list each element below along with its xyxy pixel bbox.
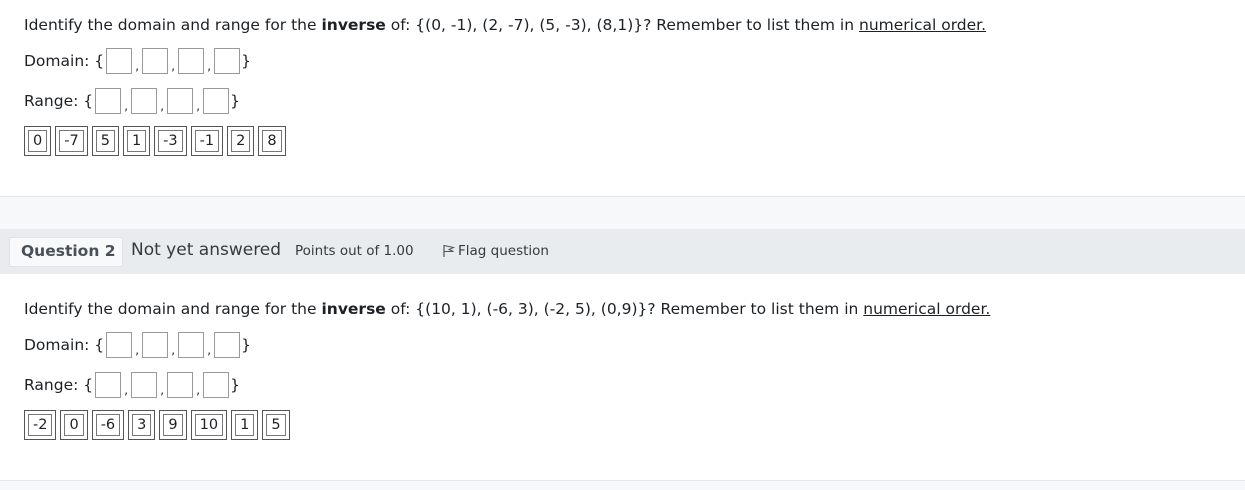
comma: , xyxy=(196,383,201,397)
domain-label: Domain: { xyxy=(24,336,105,354)
question-1-domain-row: Domain: { , , , } xyxy=(24,47,251,75)
choice-label: -3 xyxy=(158,130,183,152)
prompt-text: Identify the domain and range for the xyxy=(24,300,322,318)
question-separator xyxy=(0,196,1245,229)
comma: , xyxy=(160,99,165,113)
close-brace: } xyxy=(241,52,252,70)
domain-drop-2[interactable] xyxy=(142,332,169,358)
comma: , xyxy=(171,343,176,357)
choice-label: 0 xyxy=(28,130,48,152)
numerical-order-text: numerical order. xyxy=(859,16,987,34)
range-drop-4[interactable] xyxy=(203,372,230,398)
question-1-range-row: Range: { , , , } xyxy=(24,87,240,115)
comma: , xyxy=(135,343,140,357)
choice-label: 5 xyxy=(95,130,115,152)
comma: , xyxy=(171,59,176,73)
range-label: Range: { xyxy=(24,376,94,394)
choice-label: 8 xyxy=(262,130,282,152)
prompt-text: of: {(10, 1), (-6, 3), (-2, 5), (0,9)}? … xyxy=(385,300,864,318)
flag-question-button[interactable]: Flag question xyxy=(442,243,549,259)
question-2-content: Identify the domain and range for the in… xyxy=(0,274,1245,480)
close-brace: } xyxy=(230,376,241,394)
comma: , xyxy=(124,99,129,113)
question-separator xyxy=(0,480,1245,490)
question-2-choices: -2 0 -6 3 9 10 1 5 xyxy=(24,410,290,440)
domain-drop-2[interactable] xyxy=(142,48,169,74)
drag-choice[interactable]: 0 xyxy=(60,410,88,440)
question-1-prompt: Identify the domain and range for the in… xyxy=(24,16,986,34)
question-2-prompt: Identify the domain and range for the in… xyxy=(24,300,990,318)
drag-choice[interactable]: 1 xyxy=(122,126,151,156)
domain-drop-1[interactable] xyxy=(106,48,133,74)
range-drop-3[interactable] xyxy=(167,372,194,398)
prompt-text: of: {(0, -1), (2, -7), (5, -3), (8,1)}? … xyxy=(385,16,859,34)
range-drop-4[interactable] xyxy=(203,88,230,114)
question-grade: Points out of 1.00 xyxy=(295,243,414,259)
numerical-order-text: numerical order. xyxy=(863,300,991,318)
drag-choice[interactable]: -7 xyxy=(55,126,88,156)
choice-label: 0 xyxy=(64,414,84,436)
choice-label: 5 xyxy=(266,414,286,436)
flag-icon xyxy=(443,245,455,257)
drag-choice[interactable]: 8 xyxy=(258,126,286,156)
question-2-domain-row: Domain: { , , , } xyxy=(24,331,251,359)
choice-label: 1 xyxy=(126,130,147,152)
flag-question-label: Flag question xyxy=(458,243,549,259)
domain-drop-3[interactable] xyxy=(178,332,205,358)
range-drop-2[interactable] xyxy=(131,372,158,398)
question-2-info-bar: Question 2 Not yet answered Points out o… xyxy=(0,229,1245,274)
comma: , xyxy=(207,59,212,73)
comma: , xyxy=(196,99,201,113)
range-drop-1[interactable] xyxy=(95,88,122,114)
prompt-text: Identify the domain and range for the xyxy=(24,16,322,34)
drag-choice[interactable]: -3 xyxy=(154,126,187,156)
drag-choice[interactable]: 10 xyxy=(190,410,228,440)
drag-choice[interactable]: 5 xyxy=(91,126,119,156)
choice-label: -7 xyxy=(59,130,84,152)
close-brace: } xyxy=(230,92,241,110)
choice-label: 10 xyxy=(194,414,224,436)
domain-drop-4[interactable] xyxy=(214,332,241,358)
range-drop-3[interactable] xyxy=(167,88,194,114)
question-state: Not yet answered xyxy=(131,240,282,260)
drag-choice[interactable]: 0 xyxy=(24,126,52,156)
comma: , xyxy=(135,59,140,73)
range-label: Range: { xyxy=(24,92,94,110)
choice-label: 1 xyxy=(235,414,255,436)
choice-label: -2 xyxy=(28,414,53,436)
choice-label: 3 xyxy=(132,414,152,436)
range-drop-2[interactable] xyxy=(131,88,158,114)
question-1-choices: 0 -7 5 1 -3 -1 2 8 xyxy=(24,126,286,156)
domain-label: Domain: { xyxy=(24,52,105,70)
close-brace: } xyxy=(241,336,252,354)
drag-choice[interactable]: 2 xyxy=(227,126,255,156)
drag-choice[interactable]: -1 xyxy=(190,126,224,156)
comma: , xyxy=(124,383,129,397)
question-2-range-row: Range: { , , , } xyxy=(24,371,240,399)
choice-label: -6 xyxy=(95,414,121,436)
comma: , xyxy=(207,343,212,357)
question-1-content: Identify the domain and range for the in… xyxy=(0,0,1245,196)
question-number: Question 2 xyxy=(9,237,123,267)
drag-choice[interactable]: 9 xyxy=(159,410,187,440)
drag-choice[interactable]: 5 xyxy=(262,410,290,440)
choice-label: -1 xyxy=(194,130,220,152)
choice-label: 9 xyxy=(163,414,183,436)
drag-choice[interactable]: -2 xyxy=(24,410,57,440)
drag-choice[interactable]: -6 xyxy=(91,410,125,440)
prompt-bold: inverse xyxy=(321,16,386,34)
comma: , xyxy=(160,383,165,397)
drag-choice[interactable]: 3 xyxy=(128,410,156,440)
prompt-bold: inverse xyxy=(321,300,386,318)
drag-choice[interactable]: 1 xyxy=(231,410,259,440)
domain-drop-1[interactable] xyxy=(106,332,133,358)
choice-label: 2 xyxy=(231,130,251,152)
range-drop-1[interactable] xyxy=(95,372,122,398)
domain-drop-4[interactable] xyxy=(214,48,241,74)
domain-drop-3[interactable] xyxy=(178,48,205,74)
